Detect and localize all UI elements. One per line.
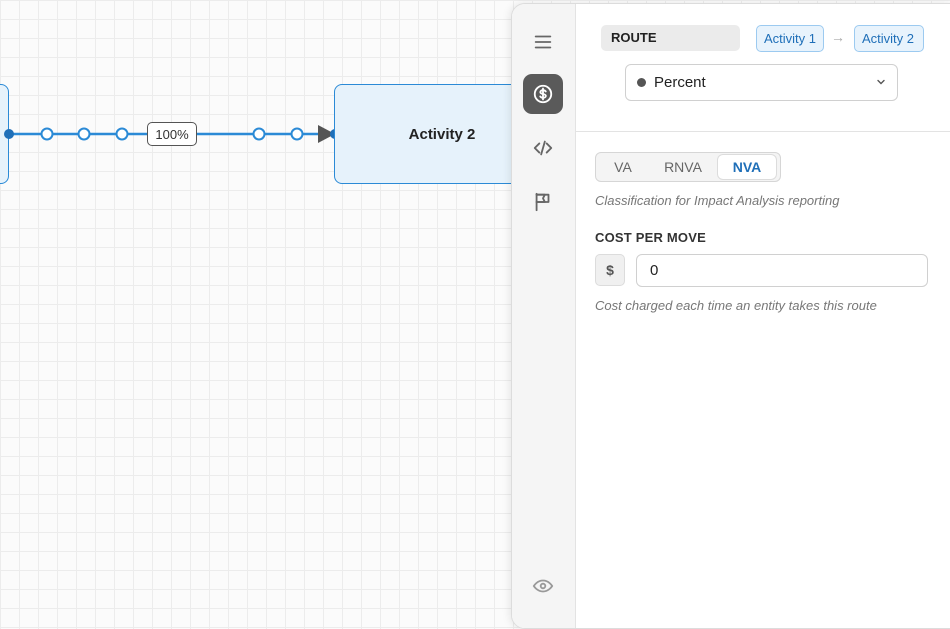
edge-source-handle[interactable] [4, 129, 14, 139]
classification-option-va[interactable]: VA [598, 155, 648, 179]
code-icon [533, 140, 553, 156]
panel-sidebar [512, 4, 576, 628]
classification-option-nva[interactable]: NVA [718, 155, 776, 179]
panel-content: ROUTE Activity 1 → Activity 2 Percent VA… [576, 4, 950, 628]
panel-title: ROUTE [601, 25, 740, 51]
edge-waypoint[interactable] [40, 127, 54, 141]
classification-option-rnva[interactable]: RNVA [648, 155, 718, 179]
classification-hint: Classification for Impact Analysis repor… [595, 193, 840, 208]
route-to-chip[interactable]: Activity 2 [854, 25, 924, 52]
status-dot-icon [637, 78, 646, 87]
route-properties-panel: ROUTE Activity 1 → Activity 2 Percent VA… [511, 3, 950, 629]
classification-segmented-control: VA RNVA NVA [595, 152, 781, 182]
edge-waypoint[interactable] [252, 127, 266, 141]
section-divider [576, 131, 950, 132]
menu-button[interactable] [523, 22, 563, 62]
cost-hint: Cost charged each time an entity takes t… [595, 298, 877, 313]
flag-tab-button[interactable] [523, 182, 563, 222]
routing-mode-select[interactable]: Percent [625, 64, 898, 101]
node-label: Activity 2 [408, 125, 476, 143]
eye-icon [532, 579, 554, 593]
routing-mode-value: Percent [654, 74, 706, 91]
arrow-right-icon: → [831, 29, 845, 45]
menu-icon [534, 35, 552, 49]
edge-waypoint[interactable] [77, 127, 91, 141]
currency-prefix: $ [595, 254, 625, 286]
cost-tab-button[interactable] [523, 74, 563, 114]
cost-per-move-label: COST PER MOVE [595, 230, 706, 245]
visibility-toggle-button[interactable] [523, 566, 563, 606]
edge-waypoint[interactable] [115, 127, 129, 141]
code-tab-button[interactable] [523, 128, 563, 168]
route-from-chip[interactable]: Activity 1 [756, 25, 824, 52]
dollar-icon [533, 84, 553, 104]
edge-waypoint[interactable] [290, 127, 304, 141]
cost-per-move-input[interactable] [636, 254, 928, 287]
edge-percent-label[interactable]: 100% [147, 122, 197, 146]
chevron-down-icon [877, 79, 885, 85]
flag-icon [535, 192, 550, 212]
